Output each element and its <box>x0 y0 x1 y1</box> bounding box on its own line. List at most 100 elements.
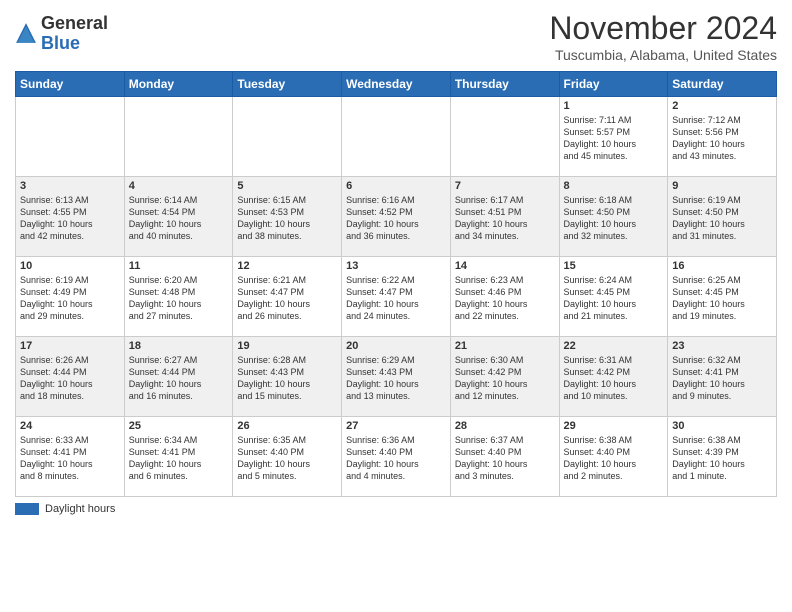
day-info: Sunrise: 6:28 AM Sunset: 4:43 PM Dayligh… <box>237 354 337 403</box>
calendar-week-row: 10 Sunrise: 6:19 AM Sunset: 4:49 PM Dayli… <box>16 257 777 337</box>
table-row <box>16 97 125 177</box>
day-number: 20 <box>346 340 446 352</box>
table-row: 15Sunrise: 6:24 AM Sunset: 4:45 PM Dayli… <box>559 257 668 337</box>
day-number: 7 <box>455 180 555 192</box>
location: Tuscumbia, Alabama, United States <box>549 47 777 63</box>
table-row: 26Sunrise: 6:35 AM Sunset: 4:40 PM Dayli… <box>233 417 342 497</box>
day-info: Sunrise: 6:38 AM Sunset: 4:39 PM Dayligh… <box>672 434 772 483</box>
logo-icon <box>15 22 37 44</box>
table-row: 12 Sunrise: 6:21 AM Sunset: 4:47 PM Dayli… <box>233 257 342 337</box>
day-info: Sunrise: 7:12 AM Sunset: 5:56 PM Dayligh… <box>672 114 772 163</box>
table-row: 1 Sunrise: 7:11 AM Sunset: 5:57 PM Daylig… <box>559 97 668 177</box>
day-info: Sunrise: 6:33 AM Sunset: 4:41 PM Dayligh… <box>20 434 120 483</box>
table-row: 18Sunrise: 6:27 AM Sunset: 4:44 PM Dayli… <box>124 337 233 417</box>
day-info: Sunrise: 7:11 AM Sunset: 5:57 PM Dayligh… <box>564 114 664 163</box>
table-row: 7Sunrise: 6:17 AM Sunset: 4:51 PM Daylig… <box>450 177 559 257</box>
table-row <box>342 97 451 177</box>
header: General Blue November 2024 Tuscumbia, Al… <box>15 10 777 63</box>
day-info: Sunrise: 6:38 AM Sunset: 4:40 PM Dayligh… <box>564 434 664 483</box>
day-number: 30 <box>672 420 772 432</box>
day-info: Sunrise: 6:29 AM Sunset: 4:43 PM Dayligh… <box>346 354 446 403</box>
day-number: 16 <box>672 260 772 272</box>
day-info: Sunrise: 6:37 AM Sunset: 4:40 PM Dayligh… <box>455 434 555 483</box>
day-number: 25 <box>129 420 229 432</box>
logo-general: General <box>41 13 108 33</box>
table-row: 21 Sunrise: 6:30 AM Sunset: 4:42 PM Dayli… <box>450 337 559 417</box>
day-info: Sunrise: 6:30 AM Sunset: 4:42 PM Dayligh… <box>455 354 555 403</box>
day-info: Sunrise: 6:14 AM Sunset: 4:54 PM Dayligh… <box>129 194 229 243</box>
legend-color-box <box>15 503 39 515</box>
calendar-week-row: 24 Sunrise: 6:33 AM Sunset: 4:41 PM Dayli… <box>16 417 777 497</box>
calendar-week-row: 1 Sunrise: 7:11 AM Sunset: 5:57 PM Daylig… <box>16 97 777 177</box>
col-tuesday: Tuesday <box>233 72 342 97</box>
table-row: 23 Sunrise: 6:32 AM Sunset: 4:41 PM Dayli… <box>668 337 777 417</box>
calendar-week-row: 3 Sunrise: 6:13 AM Sunset: 4:55 PM Daylig… <box>16 177 777 257</box>
day-number: 2 <box>672 100 772 112</box>
table-row: 8 Sunrise: 6:18 AM Sunset: 4:50 PM Daylig… <box>559 177 668 257</box>
legend: Daylight hours <box>15 503 777 515</box>
day-number: 4 <box>129 180 229 192</box>
day-number: 8 <box>564 180 664 192</box>
day-info: Sunrise: 6:20 AM Sunset: 4:48 PM Dayligh… <box>129 274 229 323</box>
table-row: 10 Sunrise: 6:19 AM Sunset: 4:49 PM Dayli… <box>16 257 125 337</box>
day-info: Sunrise: 6:26 AM Sunset: 4:44 PM Dayligh… <box>20 354 120 403</box>
table-row: 17 Sunrise: 6:26 AM Sunset: 4:44 PM Dayli… <box>16 337 125 417</box>
calendar-week-row: 17 Sunrise: 6:26 AM Sunset: 4:44 PM Dayli… <box>16 337 777 417</box>
month-title: November 2024 <box>549 10 777 47</box>
table-row: 25 Sunrise: 6:34 AM Sunset: 4:41 PM Dayli… <box>124 417 233 497</box>
day-info: Sunrise: 6:34 AM Sunset: 4:41 PM Dayligh… <box>129 434 229 483</box>
day-number: 17 <box>20 340 120 352</box>
day-number: 27 <box>346 420 446 432</box>
table-row: 9 Sunrise: 6:19 AM Sunset: 4:50 PM Daylig… <box>668 177 777 257</box>
table-row: 29 Sunrise: 6:38 AM Sunset: 4:40 PM Dayli… <box>559 417 668 497</box>
day-number: 21 <box>455 340 555 352</box>
day-number: 5 <box>237 180 337 192</box>
legend-label: Daylight hours <box>45 503 115 515</box>
day-number: 12 <box>237 260 337 272</box>
table-row: 13Sunrise: 6:22 AM Sunset: 4:47 PM Dayli… <box>342 257 451 337</box>
table-row <box>450 97 559 177</box>
day-number: 10 <box>20 260 120 272</box>
col-sunday: Sunday <box>16 72 125 97</box>
calendar-table: Sunday Monday Tuesday Wednesday Thursday… <box>15 71 777 497</box>
table-row: 11Sunrise: 6:20 AM Sunset: 4:48 PM Dayli… <box>124 257 233 337</box>
table-row: 27Sunrise: 6:36 AM Sunset: 4:40 PM Dayli… <box>342 417 451 497</box>
col-monday: Monday <box>124 72 233 97</box>
day-number: 13 <box>346 260 446 272</box>
day-info: Sunrise: 6:21 AM Sunset: 4:47 PM Dayligh… <box>237 274 337 323</box>
table-row <box>124 97 233 177</box>
table-row: 20 Sunrise: 6:29 AM Sunset: 4:43 PM Dayli… <box>342 337 451 417</box>
day-number: 18 <box>129 340 229 352</box>
table-row: 6Sunrise: 6:16 AM Sunset: 4:52 PM Daylig… <box>342 177 451 257</box>
table-row: 22Sunrise: 6:31 AM Sunset: 4:42 PM Dayli… <box>559 337 668 417</box>
day-number: 29 <box>564 420 664 432</box>
day-info: Sunrise: 6:35 AM Sunset: 4:40 PM Dayligh… <box>237 434 337 483</box>
logo: General Blue <box>15 14 108 54</box>
calendar-header-row: Sunday Monday Tuesday Wednesday Thursday… <box>16 72 777 97</box>
col-friday: Friday <box>559 72 668 97</box>
table-row: 24 Sunrise: 6:33 AM Sunset: 4:41 PM Dayli… <box>16 417 125 497</box>
day-number: 24 <box>20 420 120 432</box>
day-info: Sunrise: 6:13 AM Sunset: 4:55 PM Dayligh… <box>20 194 120 243</box>
day-number: 1 <box>564 100 664 112</box>
logo-text: General Blue <box>41 14 108 54</box>
day-info: Sunrise: 6:32 AM Sunset: 4:41 PM Dayligh… <box>672 354 772 403</box>
day-number: 22 <box>564 340 664 352</box>
day-info: Sunrise: 6:18 AM Sunset: 4:50 PM Dayligh… <box>564 194 664 243</box>
logo-blue: Blue <box>41 33 80 53</box>
day-number: 15 <box>564 260 664 272</box>
table-row: 28Sunrise: 6:37 AM Sunset: 4:40 PM Dayli… <box>450 417 559 497</box>
day-info: Sunrise: 6:19 AM Sunset: 4:50 PM Dayligh… <box>672 194 772 243</box>
day-number: 23 <box>672 340 772 352</box>
day-info: Sunrise: 6:16 AM Sunset: 4:52 PM Dayligh… <box>346 194 446 243</box>
day-number: 19 <box>237 340 337 352</box>
table-row: 5Sunrise: 6:15 AM Sunset: 4:53 PM Daylig… <box>233 177 342 257</box>
title-section: November 2024 Tuscumbia, Alabama, United… <box>549 10 777 63</box>
day-info: Sunrise: 6:25 AM Sunset: 4:45 PM Dayligh… <box>672 274 772 323</box>
col-wednesday: Wednesday <box>342 72 451 97</box>
col-thursday: Thursday <box>450 72 559 97</box>
day-number: 14 <box>455 260 555 272</box>
day-info: Sunrise: 6:19 AM Sunset: 4:49 PM Dayligh… <box>20 274 120 323</box>
day-number: 3 <box>20 180 120 192</box>
day-number: 9 <box>672 180 772 192</box>
